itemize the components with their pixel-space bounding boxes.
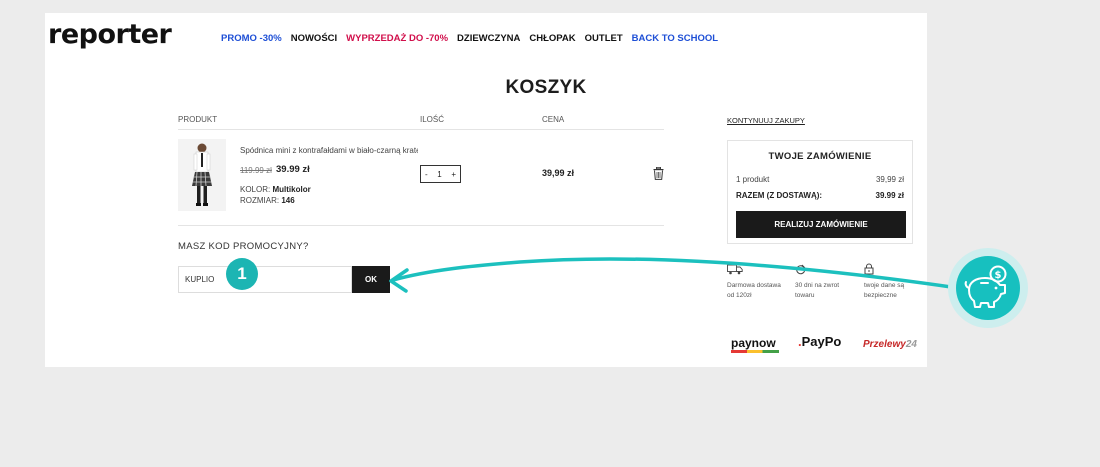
annotation-arrow (389, 257, 960, 293)
piggy-bank-icon: $ (956, 256, 1020, 320)
svg-text:$: $ (995, 270, 1002, 281)
